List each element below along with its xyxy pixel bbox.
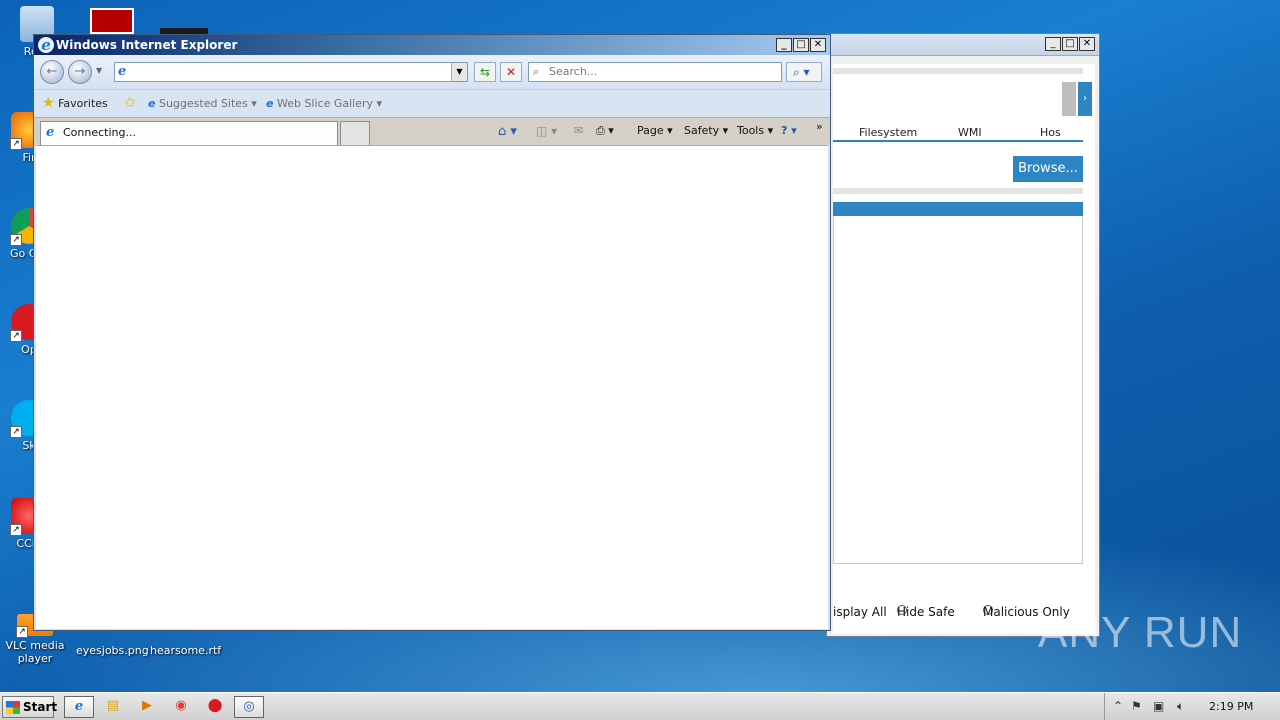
maximize-icon[interactable]: □: [793, 38, 809, 52]
gray-strip: [833, 68, 1083, 74]
suggested-sites-link[interactable]: e Suggested Sites ▾: [148, 97, 257, 110]
forward-button[interactable]: →: [68, 60, 92, 84]
shortcut-arrow-icon: ↗: [10, 138, 22, 150]
radio-label: Hide Safe: [897, 605, 955, 619]
clock[interactable]: 2:19 PM: [1209, 700, 1253, 713]
ie-logo-icon: e: [38, 37, 54, 53]
start-button[interactable]: Start: [2, 696, 58, 718]
chevron-more-icon[interactable]: »: [816, 120, 823, 133]
taskbar-explorer-button[interactable]: ▤: [98, 696, 128, 718]
search-input[interactable]: ⌕ Search...: [528, 62, 782, 82]
back-button[interactable]: ←: [40, 60, 64, 84]
action-center-flag-icon[interactable]: ⚑: [1131, 699, 1142, 713]
radio-label: isplay All: [833, 605, 887, 619]
desktop-icon-label: hearsome.rtf: [150, 644, 222, 657]
tab-title: Connecting...: [63, 126, 136, 139]
desktop-icon-label: VLC media player: [5, 639, 65, 665]
stop-button[interactable]: ✕: [500, 62, 522, 82]
results-list[interactable]: [833, 216, 1083, 564]
taskbar-app-button[interactable]: ◎: [234, 696, 264, 718]
tab-filesystem[interactable]: Filesystem: [859, 126, 917, 139]
safety-menu-label: Safety: [684, 124, 720, 137]
new-tab-button[interactable]: [340, 121, 370, 146]
help-button[interactable]: ? ▾: [781, 124, 797, 137]
address-input[interactable]: e ▼: [114, 62, 468, 82]
minimize-icon[interactable]: _: [1045, 37, 1061, 51]
ie-page-icon: e: [148, 97, 156, 110]
gray-divider: [833, 188, 1083, 194]
pdf-app-icon[interactable]: [90, 8, 134, 34]
tab-scroll-left-icon[interactable]: [1062, 82, 1076, 116]
taskbar-opera-button[interactable]: ⬤: [200, 696, 230, 718]
results-header: [833, 202, 1083, 216]
tab-connecting[interactable]: e Connecting...: [40, 121, 338, 146]
search-icon: ⌕: [533, 65, 540, 78]
ie-titlebar[interactable]: e Windows Internet Explorer _ □ ✕: [34, 35, 830, 55]
page-menu[interactable]: Page ▾: [637, 124, 673, 137]
start-label: Start: [23, 700, 58, 714]
tools-menu[interactable]: Tools ▾: [737, 124, 773, 137]
windows-logo-icon: [6, 701, 20, 714]
system-tray: ⌃ ⚑ ▣ 🔈︎ 2:19 PM: [1104, 693, 1280, 720]
tab-wmi[interactable]: WMI: [958, 126, 982, 139]
desktop-icon-eyesjobs-png[interactable]: eyesjobs.png: [76, 644, 149, 657]
search-button[interactable]: ⌕ ▾: [786, 62, 822, 82]
web-slice-gallery-link[interactable]: e Web Slice Gallery ▾: [266, 97, 382, 110]
close-icon[interactable]: ✕: [810, 38, 826, 52]
ie-address-row: ← → ▼ e ▼ ⇆ ✕ ⌕ Search... ⌕ ▾: [34, 55, 830, 89]
refresh-button[interactable]: ⇆: [474, 62, 496, 82]
volume-icon[interactable]: 🔈︎: [1177, 699, 1184, 714]
network-icon[interactable]: ▣: [1153, 699, 1164, 713]
background-analyzer-window[interactable]: _ □ ✕ › Filesystem WMI Hos Browse... isp…: [826, 33, 1100, 637]
close-icon[interactable]: ✕: [1079, 37, 1095, 51]
desktop-icon-hearsome-rtf[interactable]: hearsome.rtf: [150, 644, 222, 657]
home-button[interactable]: ⌂ ▾: [498, 124, 517, 139]
recent-pages-dropdown-icon[interactable]: ▼: [96, 66, 102, 75]
ie-window-title: Windows Internet Explorer: [56, 38, 238, 52]
tab-scroll-right-icon[interactable]: ›: [1078, 82, 1092, 116]
bg-window-content: › Filesystem WMI Hos Browse... isplay Al…: [833, 64, 1095, 634]
tab-hosts[interactable]: Hos: [1040, 126, 1061, 139]
bg-window-titlebar[interactable]: _ □ ✕: [827, 34, 1099, 56]
safety-menu[interactable]: Safety ▾: [684, 124, 728, 137]
suggested-sites-label: Suggested Sites: [158, 97, 248, 110]
taskbar-ie-button[interactable]: e: [64, 696, 94, 718]
anyrun-watermark: ANY RUN: [1038, 608, 1243, 657]
desktop-icon-label: eyesjobs.png: [76, 644, 149, 657]
star-icon: ★: [42, 95, 55, 111]
tools-menu-label: Tools: [737, 124, 765, 137]
shortcut-arrow-icon: ↗: [10, 234, 22, 246]
add-favorite-icon[interactable]: ✩: [124, 95, 136, 111]
read-mail-button[interactable]: ✉: [574, 124, 583, 137]
feeds-button[interactable]: ◫ ▾: [536, 124, 557, 138]
search-placeholder: Search...: [549, 65, 598, 78]
taskbar-chrome-button[interactable]: ◉: [166, 696, 196, 718]
web-slice-gallery-label: Web Slice Gallery: [276, 97, 374, 110]
shortcut-arrow-icon: ↗: [10, 524, 22, 536]
bg-tab-strip: Filesystem WMI Hos: [833, 122, 1083, 142]
ie-page-icon: e: [266, 97, 274, 110]
maximize-icon[interactable]: □: [1062, 37, 1078, 51]
print-button[interactable]: ⎙ ▾: [596, 124, 614, 138]
favorites-label: Favorites: [58, 97, 108, 110]
show-hidden-icons-icon[interactable]: ⌃: [1113, 699, 1123, 713]
page-favicon-icon: e: [118, 64, 127, 79]
ie-page-content[interactable]: [36, 145, 828, 629]
internet-explorer-window[interactable]: e Windows Internet Explorer _ □ ✕ ← → ▼ …: [33, 34, 831, 631]
taskbar: Start e ▤ ▶ ◉ ⬤ ◎ ⌃ ⚑ ▣ 🔈︎ 2:19 PM: [0, 692, 1280, 720]
minimize-icon[interactable]: _: [776, 38, 792, 52]
shortcut-arrow-icon: ↗: [10, 426, 22, 438]
taskbar-media-player-button[interactable]: ▶: [132, 696, 162, 718]
tab-row: e Connecting... ⌂ ▾ ◫ ▾ ✉ ⎙ ▾ Page ▾ Saf…: [34, 117, 830, 146]
browse-button[interactable]: Browse...: [1013, 156, 1083, 182]
ie-tab-icon: e: [46, 125, 55, 140]
favorites-button[interactable]: ★ Favorites: [42, 95, 108, 111]
address-dropdown-icon[interactable]: ▼: [451, 63, 467, 81]
page-menu-label: Page: [637, 124, 664, 137]
favorites-bar: ★ Favorites ✩ e Suggested Sites ▾ e Web …: [34, 89, 830, 117]
shortcut-arrow-icon: ↗: [16, 626, 28, 638]
shortcut-arrow-icon: ↗: [10, 330, 22, 342]
